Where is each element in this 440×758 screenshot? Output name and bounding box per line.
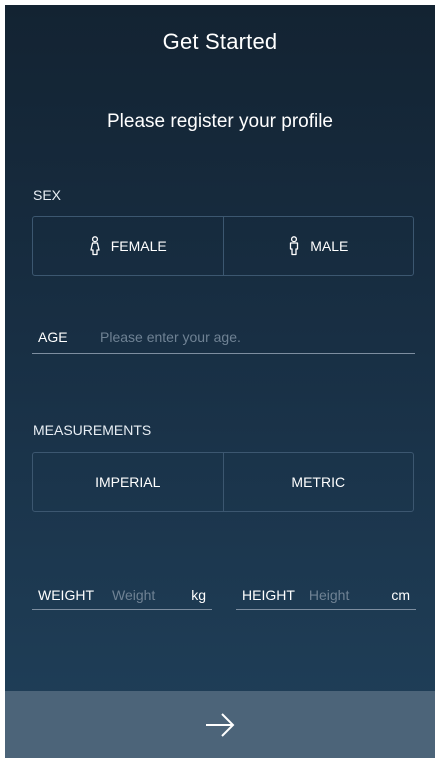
page-subtitle: Please register your profile bbox=[107, 111, 333, 132]
page-title: Get Started bbox=[162, 29, 278, 54]
age-input[interactable] bbox=[100, 329, 400, 345]
male-icon bbox=[290, 236, 299, 256]
registration-screen: Get Started Please register your profile… bbox=[5, 5, 435, 758]
height-field: HEIGHT cm bbox=[236, 581, 416, 610]
weight-label: WEIGHT bbox=[38, 587, 94, 603]
sex-label: SEX bbox=[33, 187, 62, 203]
age-field: AGE bbox=[32, 321, 415, 354]
male-label: MALE bbox=[310, 238, 349, 254]
weight-input[interactable] bbox=[112, 587, 182, 603]
height-label: HEIGHT bbox=[242, 587, 295, 603]
age-label: AGE bbox=[38, 329, 68, 345]
female-icon bbox=[90, 236, 100, 256]
weight-unit: kg bbox=[191, 587, 206, 603]
female-button[interactable]: FEMALE bbox=[33, 217, 223, 275]
imperial-button[interactable]: IMPERIAL bbox=[33, 453, 223, 511]
sex-selector: FEMALE MALE bbox=[32, 216, 414, 276]
male-button[interactable]: MALE bbox=[222, 217, 414, 275]
weight-field: WEIGHT kg bbox=[32, 581, 212, 610]
metric-button[interactable]: METRIC bbox=[222, 453, 414, 511]
measurements-label: MEASUREMENTS bbox=[33, 422, 152, 438]
height-unit: cm bbox=[391, 587, 410, 603]
next-button[interactable] bbox=[5, 691, 435, 758]
measurement-selector: IMPERIAL METRIC bbox=[32, 452, 414, 512]
arrow-right-icon bbox=[206, 712, 235, 737]
female-label: FEMALE bbox=[110, 238, 167, 254]
height-input[interactable] bbox=[308, 587, 379, 603]
